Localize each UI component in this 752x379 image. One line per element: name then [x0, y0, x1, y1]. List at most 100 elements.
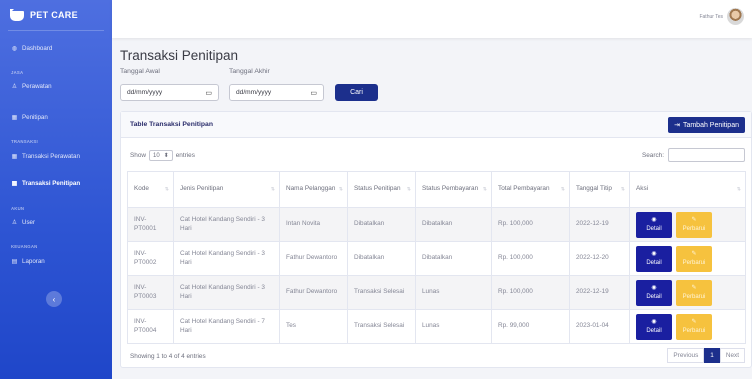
tanggal-akhir-input[interactable]: dd/mm/yyyy ▭	[229, 84, 324, 101]
tanggal-awal-input[interactable]: dd/mm/yyyy ▭	[120, 84, 219, 101]
cell-tanggal: 2023-01-04	[569, 309, 630, 344]
brand[interactable]: PET CARE	[0, 0, 112, 30]
previous-page-button[interactable]: Previous	[667, 348, 705, 363]
cell-nama: Fathur Dewantoro	[279, 275, 348, 310]
sort-icon: ⇅	[620, 186, 625, 193]
cell-aksi: ◉ Detail ✎ Perbarui	[629, 207, 746, 242]
cell-total: Rp. 100,000	[491, 241, 570, 276]
sort-icon: ⇅	[406, 186, 411, 193]
column-header-status-pembayaran[interactable]: Status Pembayaran ⇅	[415, 171, 492, 208]
cell-jenis: Cat Hotel Kandang Sendiri - 3 Hari	[173, 207, 280, 242]
sidebar-item-user[interactable]: ♙ User	[0, 219, 35, 226]
cat-logo-icon	[10, 9, 24, 21]
sidebar-heading-transaksi: TRANSAKSI	[11, 139, 38, 144]
column-header-status-penitipan[interactable]: Status Penitipan ⇅	[347, 171, 416, 208]
sidebar-item-penitipan[interactable]: ▦ Penitipan	[0, 114, 48, 121]
column-header-kode[interactable]: Kode ⇅	[127, 171, 174, 208]
cell-status-pembayaran: Dibatalkan	[415, 207, 492, 242]
perbarui-button[interactable]: ✎ Perbarui	[676, 313, 712, 340]
entries-control: Show 10 ⬍ entries	[130, 150, 195, 161]
cell-status-pembayaran: Dibatalkan	[415, 241, 492, 276]
card-header: Table Transaksi Penitipan	[121, 112, 751, 138]
header-label: Total Pembayaran	[498, 185, 550, 193]
column-header-jenis[interactable]: Jenis Penitipan ⇅	[173, 171, 280, 208]
entries-label: entries	[175, 152, 195, 159]
header-label: Status Pembayaran	[422, 185, 479, 193]
sort-icon: ⇅	[164, 186, 169, 193]
table-icon: ▦	[11, 154, 18, 160]
file-icon: ▤	[11, 259, 18, 265]
detail-button[interactable]: ◉ Detail	[636, 279, 672, 306]
user-name: Fathur Tes	[699, 13, 723, 20]
column-header-aksi[interactable]: Aksi ⇅	[629, 171, 746, 208]
sort-icon: ⇅	[338, 186, 343, 193]
card-title: Table Transaksi Penitipan	[130, 121, 213, 128]
detail-button[interactable]: ◉ Detail	[636, 245, 672, 272]
edit-icon: ✎	[691, 216, 697, 223]
table-info: Showing 1 to 4 of 4 entries	[130, 353, 206, 360]
cell-status-penitipan: Dibatalkan	[347, 241, 416, 276]
user-icon: ♙	[11, 84, 18, 90]
cell-aksi: ◉ Detail ✎ Perbarui	[629, 309, 746, 344]
sidebar-item-transaksi-perawatan[interactable]: ▦ Transaksi Perawatan	[0, 153, 80, 160]
next-page-button[interactable]: Next	[719, 348, 745, 363]
column-header-tanggal[interactable]: Tanggal Titip ⇅	[569, 171, 630, 208]
cell-kode: INV-PT0001	[127, 207, 174, 242]
sidebar-item-label: User	[22, 219, 36, 226]
perbarui-button[interactable]: ✎ Perbarui	[676, 279, 712, 306]
sidebar-item-laporan[interactable]: ▤ Laporan	[0, 258, 45, 265]
search-input[interactable]	[668, 148, 745, 162]
table-card: Table Transaksi Penitipan ⇥ Tambah Penit…	[120, 111, 752, 368]
header-label: Nama Pelanggan	[286, 185, 336, 193]
sidebar-toggle-button[interactable]: ‹	[46, 291, 62, 307]
cell-status-penitipan: Dibatalkan	[347, 207, 416, 242]
user-icon: ♙	[11, 220, 18, 226]
sidebar-heading-akun: AKUN	[11, 206, 25, 211]
detail-button[interactable]: ◉ Detail	[636, 211, 672, 238]
sidebar-item-label: Transaksi Penitipan	[22, 180, 81, 187]
sidebar-item-perawatan[interactable]: ♙ Perawatan	[0, 83, 52, 90]
cell-aksi: ◉ Detail ✎ Perbarui	[629, 275, 746, 310]
button-label: Detail	[646, 328, 662, 334]
eye-icon: ◉	[651, 216, 657, 223]
brand-name: PET CARE	[30, 10, 78, 20]
sidebar-heading-jasa: JASA	[11, 70, 24, 75]
sidebar-item-label: Penitipan	[22, 114, 48, 121]
eye-icon: ◉	[651, 318, 657, 325]
button-label: Detail	[646, 260, 662, 266]
date-value: dd/mm/yyyy	[236, 89, 272, 96]
cari-button[interactable]: Cari	[335, 84, 378, 101]
cell-total: Rp. 100,000	[491, 275, 570, 310]
table-icon: ▦	[11, 115, 18, 121]
button-label: Tambah Penitipan	[682, 121, 739, 129]
sidebar-item-dashboard[interactable]: ◍ Dashboard	[0, 45, 52, 52]
cell-kode: INV-PT0004	[127, 309, 174, 344]
sort-icon: ⇅	[560, 186, 565, 193]
entries-select[interactable]: 10 ⬍	[149, 150, 173, 161]
tanggal-akhir-label: Tanggal Akhir	[229, 68, 270, 75]
dashboard-icon: ◍	[11, 46, 18, 52]
sidebar-item-label: Laporan	[22, 258, 45, 265]
calendar-icon[interactable]: ▭	[310, 89, 317, 97]
sidebar-item-transaksi-penitipan[interactable]: ▦ Transaksi Penitipan	[0, 180, 80, 187]
calendar-icon[interactable]: ▭	[205, 89, 212, 97]
pagination: Previous 1 Next	[667, 348, 745, 363]
avatar	[727, 8, 744, 25]
show-label: Show	[130, 152, 146, 159]
detail-button[interactable]: ◉ Detail	[636, 313, 672, 340]
user-menu[interactable]: Fathur Tes	[699, 8, 744, 25]
button-label: Perbarui	[682, 328, 706, 334]
cell-kode: INV-PT0003	[127, 275, 174, 310]
cell-tanggal: 2022-12-20	[569, 241, 630, 276]
sort-icon: ⇅	[736, 186, 741, 193]
cell-aksi: ◉ Detail ✎ Perbarui	[629, 241, 746, 276]
column-header-total[interactable]: Total Pembayaran ⇅	[491, 171, 570, 208]
cell-tanggal: 2022-12-19	[569, 275, 630, 310]
perbarui-button[interactable]: ✎ Perbarui	[676, 245, 712, 272]
perbarui-button[interactable]: ✎ Perbarui	[676, 211, 712, 238]
cell-total: Rp. 100,000	[491, 207, 570, 242]
edit-icon: ✎	[691, 318, 697, 325]
column-header-nama[interactable]: Nama Pelanggan ⇅	[279, 171, 348, 208]
page-1-button[interactable]: 1	[704, 348, 720, 363]
tambah-penitipan-button[interactable]: ⇥ Tambah Penitipan	[668, 117, 745, 133]
